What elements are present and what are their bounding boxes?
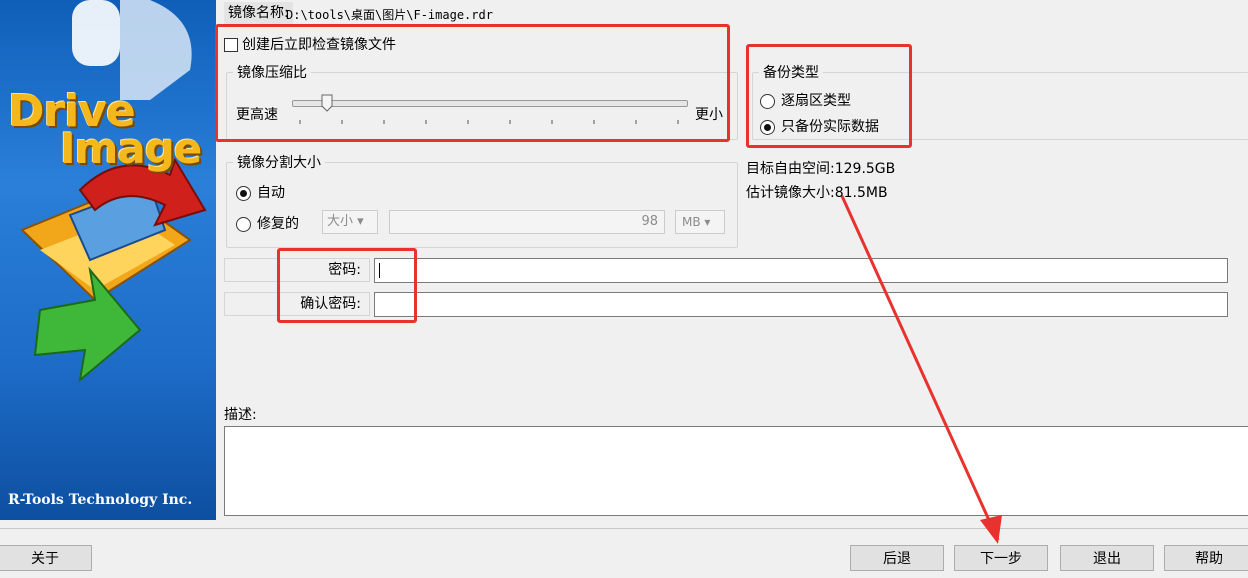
help-button[interactable]: 帮助 <box>1164 545 1248 571</box>
annotation-arrow <box>840 195 1002 544</box>
radio-circle[interactable] <box>236 185 251 201</box>
radio-split-fixed[interactable]: 修复的 <box>236 213 299 233</box>
description-label: 描述: <box>224 407 257 423</box>
free-space-text: 目标自由空间:129.5GB <box>746 161 896 177</box>
sidebar-banner: Drive Image R-Tools Technology Inc. <box>0 0 216 520</box>
r-logo-graphic <box>20 0 207 383</box>
split-legend: 镜像分割大小 <box>237 155 321 171</box>
split-size-input[interactable]: 98 <box>389 210 665 234</box>
split-size-select[interactable]: 大小 ▾ <box>322 210 378 234</box>
annotation-password-box <box>277 248 417 323</box>
chevron-down-icon: ▾ <box>704 215 711 229</box>
image-name-label: 镜像名称: <box>224 2 293 24</box>
radio-split-auto[interactable]: 自动 <box>236 182 285 202</box>
bottom-divider <box>0 528 1248 529</box>
radio-circle[interactable] <box>236 216 251 232</box>
about-button[interactable]: 关于 <box>0 545 92 571</box>
image-name-value: D:\tools\桌面\图片\F-image.rdr <box>286 8 493 22</box>
password-input[interactable] <box>374 258 1228 283</box>
split-unit-select[interactable]: MB ▾ <box>675 210 725 234</box>
annotation-compression-box <box>215 24 730 142</box>
confirm-password-input[interactable] <box>374 292 1228 317</box>
chevron-down-icon: ▾ <box>357 214 364 229</box>
company-name: R-Tools Technology Inc. <box>8 492 193 508</box>
annotation-backup-type-box <box>746 44 912 148</box>
logo-text-image: Image <box>60 124 202 173</box>
exit-button[interactable]: 退出 <box>1060 545 1154 571</box>
description-textarea[interactable] <box>224 426 1248 516</box>
